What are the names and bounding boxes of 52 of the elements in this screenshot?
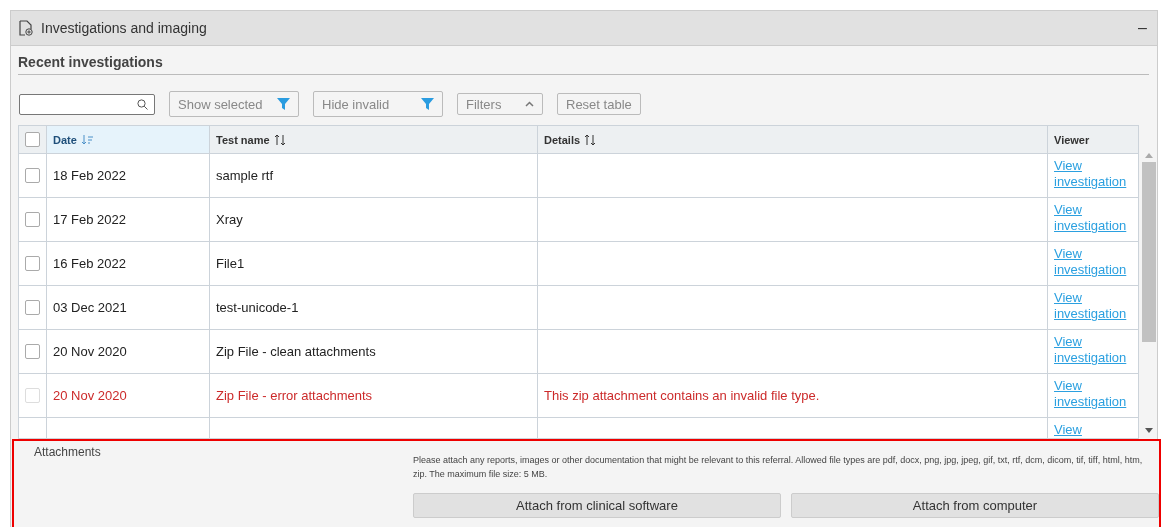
plain-button[interactable]: Reset table [557,93,641,115]
table-cell: Xray [216,212,243,227]
chevron-up-icon [525,101,534,107]
collapse-button[interactable]: – [1136,19,1149,37]
table-cell: Zip File - error attachments [216,388,373,403]
table-cell: sample rtf [216,168,274,183]
filter-icon [421,98,434,110]
scrollbar-thumb[interactable] [1142,162,1156,342]
row-checkbox[interactable] [25,212,40,227]
row-checkbox[interactable] [25,256,40,271]
row-checkbox[interactable] [25,344,40,359]
search-icon [137,98,148,110]
column-header[interactable]: Test name [210,126,538,153]
view-investigation-link[interactable]: View investigation [1054,334,1133,366]
view-investigation-link[interactable]: View investigation [1054,158,1133,190]
attachments-label: Attachments [34,445,101,459]
toggle-button[interactable]: Filters [457,93,543,115]
help-text: Please attach any reports, images or other documentation that might be relevant to this referral. Allowed file types are pdf, docx, png, jpg, jpeg, gif, txt, rtf, dcm, dicom, tif, tiff, html, htm, zip. The maximum file size: 5 MB. [413,454,1144,481]
table-cell: Zip File - clean attachments [216,344,376,359]
table-cell: This zip attachment contains an invalid file type. [544,388,820,403]
filter-icon [277,98,290,110]
document-add-icon [19,20,33,36]
sort-icon[interactable] [273,133,286,146]
table-cell: 20 Nov 2020 [53,388,127,403]
section-title: Recent investigations [18,54,1149,75]
view-investigation-link[interactable]: View investigation [1054,202,1133,234]
view-investigation-link[interactable]: View [1054,422,1082,438]
column-header[interactable]: Details [538,126,1048,153]
table-cell: File1 [216,256,245,271]
filter-button[interactable]: Show selected [169,91,299,117]
table-cell: 16 Feb 2022 [53,256,126,271]
row-checkbox[interactable] [25,168,40,183]
view-investigation-link[interactable]: View investigation [1054,290,1133,322]
column-header[interactable]: Viewer [1048,126,1139,153]
table-cell: 17 Feb 2022 [53,212,126,227]
panel-title: Investigations and imaging [41,20,208,36]
select-all-checkbox[interactable] [25,132,40,147]
column-header[interactable]: Date [47,126,210,153]
view-investigation-link[interactable]: View investigation [1054,378,1133,410]
scroll-down-icon[interactable] [1145,428,1153,433]
attach-button[interactable]: Attach from computer [791,493,1159,518]
table-cell: 03 Dec 2021 [53,300,127,315]
attach-button[interactable]: Attach from clinical software [413,493,781,518]
table-cell: test-unicode-1 [216,300,299,315]
search-field[interactable] [19,93,155,115]
scroll-up-icon[interactable] [1145,153,1153,158]
row-checkbox[interactable] [25,300,40,315]
table-cell: 20 Nov 2020 [53,344,127,359]
table-cell: 18 Feb 2022 [53,168,126,183]
view-investigation-link[interactable]: View investigation [1054,246,1133,278]
sort-icon[interactable] [584,133,597,146]
filter-button[interactable]: Hide invalid [313,91,443,117]
